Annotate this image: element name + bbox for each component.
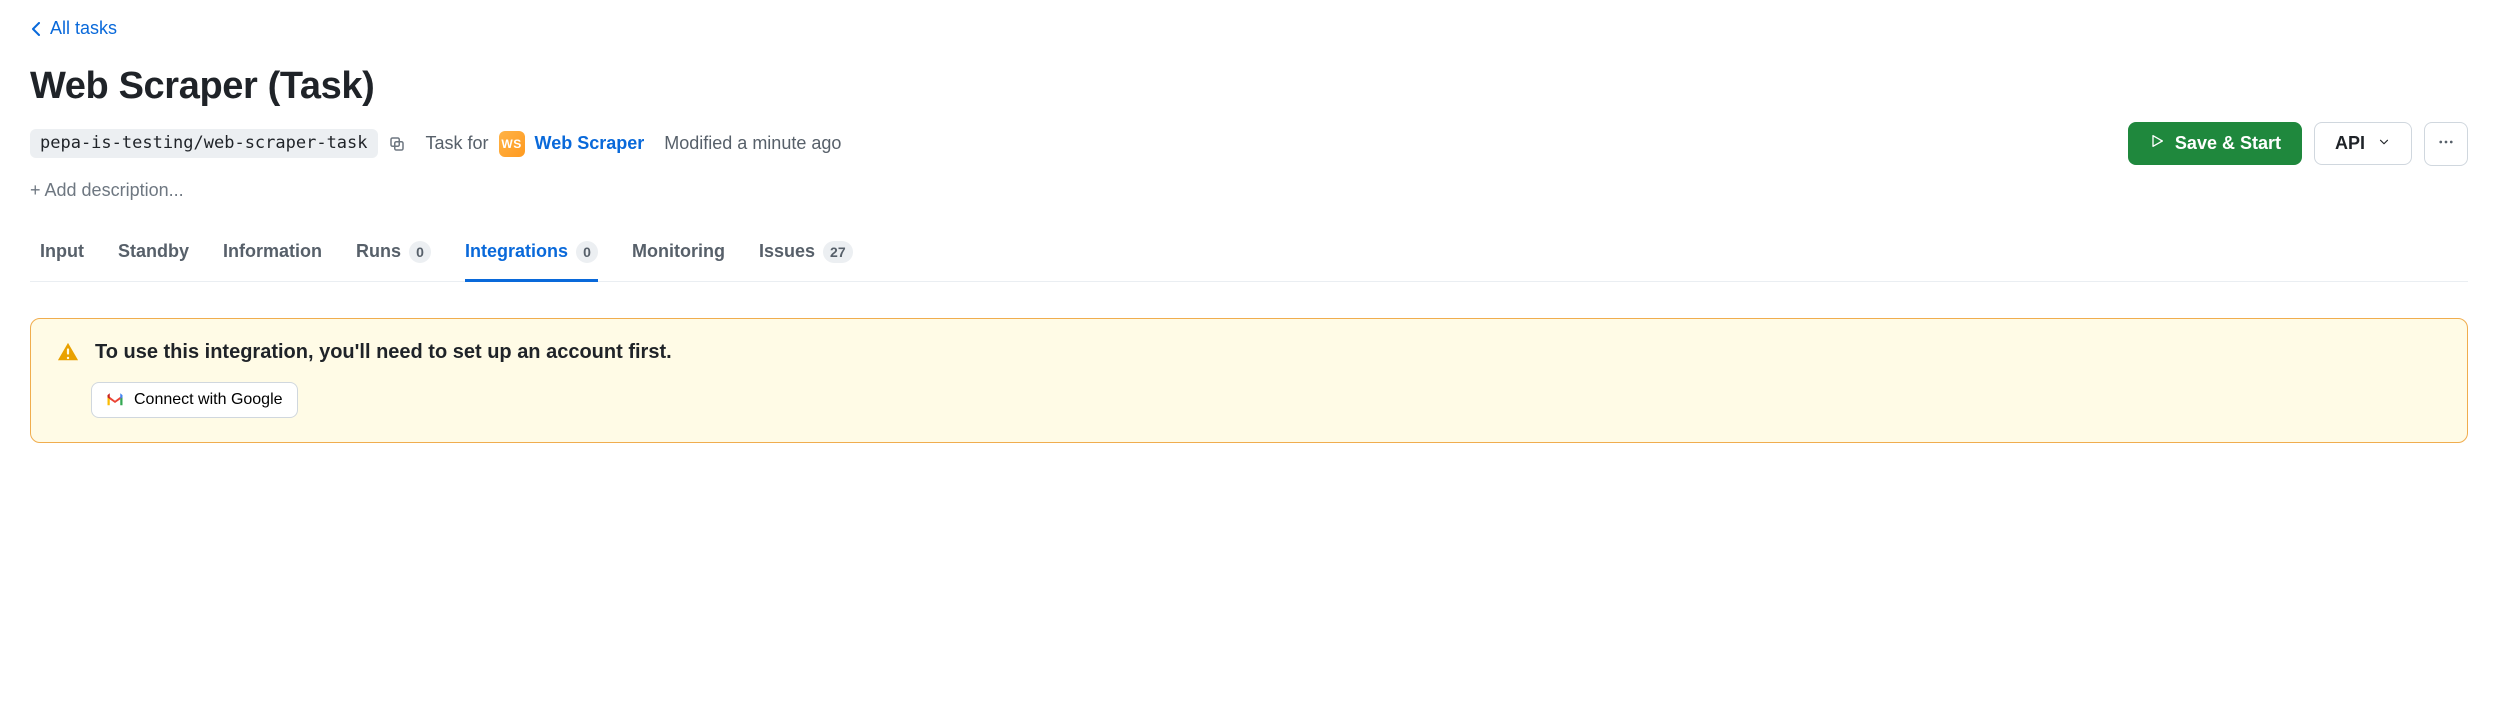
play-icon: [2149, 133, 2165, 154]
tab-label: Information: [223, 241, 322, 262]
chevron-down-icon: [2377, 133, 2391, 154]
save-start-label: Save & Start: [2175, 133, 2281, 154]
save-and-start-button[interactable]: Save & Start: [2128, 122, 2302, 165]
banner-head: To use this integration, you'll need to …: [57, 341, 2441, 364]
page-title: Web Scraper (Task): [30, 65, 2468, 108]
connect-label: Connect with Google: [134, 391, 283, 409]
integration-setup-banner: To use this integration, you'll need to …: [30, 318, 2468, 443]
tab-count-badge: 27: [823, 241, 853, 263]
add-description[interactable]: + Add description...: [30, 180, 2468, 201]
task-for: Task for WS Web Scraper: [426, 131, 645, 157]
gmail-icon: [106, 393, 124, 407]
dots-horizontal-icon: [2437, 133, 2455, 154]
tab-integrations[interactable]: Integrations 0: [465, 231, 598, 282]
path-wrap: pepa-is-testing/web-scraper-task: [30, 129, 406, 158]
tab-runs[interactable]: Runs 0: [356, 231, 431, 282]
tab-monitoring[interactable]: Monitoring: [632, 231, 725, 282]
back-all-tasks[interactable]: All tasks: [30, 18, 117, 39]
tab-label: Monitoring: [632, 241, 725, 262]
api-button[interactable]: API: [2314, 122, 2412, 165]
modified-text: Modified a minute ago: [664, 133, 841, 154]
meta-left: pepa-is-testing/web-scraper-task Task fo…: [30, 129, 841, 158]
api-label: API: [2335, 133, 2365, 154]
meta-row: pepa-is-testing/web-scraper-task Task fo…: [30, 122, 2468, 166]
tab-input[interactable]: Input: [40, 231, 84, 282]
connect-with-google-button[interactable]: Connect with Google: [91, 382, 298, 418]
back-link-label: All tasks: [50, 18, 117, 39]
tab-count-badge: 0: [409, 241, 431, 263]
warning-icon: [57, 341, 79, 363]
banner-body: Connect with Google: [91, 382, 2441, 418]
tab-label: Input: [40, 241, 84, 262]
task-for-label: Task for: [426, 133, 489, 154]
tab-issues[interactable]: Issues 27: [759, 231, 853, 282]
tab-information[interactable]: Information: [223, 231, 322, 282]
tab-label: Runs: [356, 241, 401, 262]
task-path-chip: pepa-is-testing/web-scraper-task: [30, 129, 378, 158]
more-menu-button[interactable]: [2424, 122, 2468, 166]
tabs: Input Standby Information Runs 0 Integra…: [30, 231, 2468, 282]
chevron-left-icon: [30, 22, 42, 36]
actor-avatar: WS: [499, 131, 525, 157]
tab-label: Integrations: [465, 241, 568, 262]
banner-title: To use this integration, you'll need to …: [95, 341, 672, 364]
tab-label: Issues: [759, 241, 815, 262]
tab-standby[interactable]: Standby: [118, 231, 189, 282]
header-actions: Save & Start API: [2128, 122, 2468, 166]
copy-icon[interactable]: [388, 135, 406, 153]
actor-link[interactable]: Web Scraper: [535, 133, 645, 154]
tab-label: Standby: [118, 241, 189, 262]
tab-count-badge: 0: [576, 241, 598, 263]
